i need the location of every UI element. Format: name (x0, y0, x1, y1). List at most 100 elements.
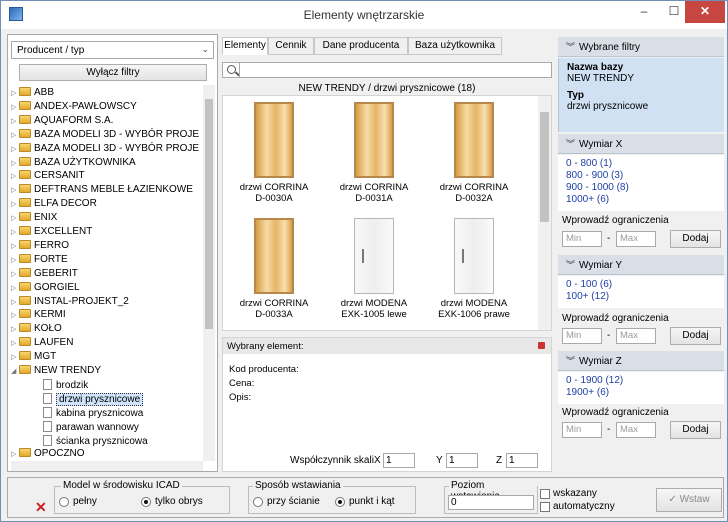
close-button[interactable]: ✕ (685, 1, 725, 23)
expand-arrow-icon[interactable]: ▷ (11, 171, 19, 183)
pin-icon[interactable] (538, 342, 545, 349)
tree-folder[interactable]: ▷ OPOCZNO (11, 448, 85, 460)
dim-x-range-link[interactable]: 0 - 800 (1) (566, 158, 716, 170)
dim-y-min-input[interactable]: Min (562, 328, 602, 344)
expand-arrow-icon[interactable]: ▷ (11, 199, 19, 211)
expand-arrow-icon[interactable]: ▷ (11, 213, 19, 225)
model-outline-radio[interactable] (141, 497, 151, 507)
tree-folder[interactable]: ▷ CERSANIT (11, 170, 85, 182)
dim-y-range-link[interactable]: 0 - 100 (6) (566, 279, 716, 291)
dim-z-min-input[interactable]: Min (562, 422, 602, 438)
tree-folder[interactable]: ▷ EXCELLENT (11, 226, 92, 238)
expand-arrow-icon[interactable]: ▷ (11, 102, 19, 114)
dim-y-max-input[interactable]: Max (616, 328, 656, 344)
product-tile[interactable]: drzwi MODENA EXK-1005 lewe (329, 214, 419, 330)
scale-x-input[interactable] (383, 453, 415, 468)
tree-folder[interactable]: ▷ FERRO (11, 239, 69, 253)
tree-scrollbar[interactable] (203, 85, 215, 461)
expand-arrow-icon[interactable]: ▷ (11, 158, 19, 170)
expand-arrow-icon[interactable]: ▷ (11, 310, 19, 322)
product-scrollbar[interactable] (538, 96, 551, 330)
expand-arrow-icon[interactable]: ▷ (11, 116, 19, 128)
expand-arrow-icon[interactable]: ▷ (11, 352, 19, 364)
dim-z-range-link[interactable]: 0 - 1900 (12) (566, 375, 716, 387)
tree-hscrollbar[interactable] (11, 461, 203, 471)
expand-arrow-icon[interactable]: ▷ (11, 241, 19, 253)
dim-x-range-link[interactable]: 1000+ (6) (566, 194, 716, 206)
tree-folder[interactable]: ▷ ANDEX-PAWŁOWSCY (11, 100, 137, 114)
dim-y-header[interactable]: ︾ Wymiar Y (558, 255, 724, 275)
tree-folder[interactable]: ▷ ELFA DECOR (11, 198, 97, 210)
tree-folder[interactable]: ▷ DEFTRANS MEBLE ŁAZIENKOWE (11, 184, 193, 196)
product-tile[interactable]: drzwi MODENA EXK-1006 prawe (429, 214, 519, 330)
group-by-select[interactable]: Producent / typ ⌄ (11, 41, 214, 59)
tree-leaf[interactable]: kabina prysznicowa (35, 406, 143, 419)
tree-folder[interactable]: ▷ KOŁO (11, 323, 62, 335)
dim-x-range-link[interactable]: 800 - 900 (3) (566, 170, 716, 182)
selected-filters-header[interactable]: ︾ Wybrane filtry (558, 37, 724, 57)
expand-arrow-icon[interactable]: ▷ (11, 269, 19, 281)
tree-folder[interactable]: ▷ ABB (11, 87, 54, 99)
tree-folder[interactable]: ▷ ENIX (11, 212, 57, 224)
tree-folder[interactable]: ▷ INSTAL-PROJEKT_2 (11, 295, 129, 309)
dim-x-min-input[interactable]: Min (562, 231, 602, 247)
tab-elementy[interactable]: Elementy (222, 37, 268, 55)
expand-arrow-icon[interactable]: ▷ (11, 88, 19, 100)
product-tile[interactable]: drzwi CORRINA D-0031A (329, 98, 419, 216)
dim-z-header[interactable]: ︾ Wymiar Z (558, 351, 724, 371)
dim-z-range-link[interactable]: 1900+ (6) (566, 387, 716, 399)
tree-folder[interactable]: ▷ BAZA MODELI 3D - WYBÓR PROJE (11, 128, 199, 142)
expand-arrow-icon[interactable]: ▷ (11, 185, 19, 197)
expand-arrow-icon[interactable]: ▷ (11, 283, 19, 295)
disable-filters-button[interactable]: Wyłącz filtry (19, 64, 207, 81)
expand-arrow-icon[interactable]: ◢ (11, 366, 19, 378)
dim-y-add-button[interactable]: Dodaj (670, 327, 721, 345)
tree-folder[interactable]: ▷ GORGIEL (11, 281, 80, 295)
tree-folder[interactable]: ▷ FORTE (11, 253, 68, 266)
tree-leaf[interactable]: parawan wannowy (35, 420, 139, 433)
expand-arrow-icon[interactable]: ▷ (11, 227, 19, 239)
dim-x-max-input[interactable]: Max (616, 231, 656, 247)
auto-indicated-checkbox[interactable] (540, 489, 550, 499)
product-tile[interactable]: drzwi CORRINA D-0030A (229, 98, 319, 216)
tree-folder[interactable]: ▷ LAUFEN (11, 337, 73, 349)
tree-folder[interactable]: ▷ AQUAFORM S.A. (11, 114, 113, 128)
tab-dane-producenta[interactable]: Dane producenta (314, 37, 408, 55)
insert-wall-radio[interactable] (253, 497, 263, 507)
tree-folder[interactable]: ▷ BAZA MODELI 3D - WYBÓR PROJE (11, 142, 199, 156)
expand-arrow-icon[interactable]: ▷ (11, 324, 19, 336)
product-scroll-thumb[interactable] (540, 112, 549, 222)
tree-leaf[interactable]: brodzik (35, 378, 88, 391)
product-tile[interactable]: drzwi CORRINA D-0033A (229, 214, 319, 330)
tab-cennik[interactable]: Cennik (268, 37, 314, 55)
tree-folder[interactable]: ▷ GEBERIT (11, 267, 78, 281)
scale-y-input[interactable] (446, 453, 478, 468)
dim-x-add-button[interactable]: Dodaj (670, 230, 721, 248)
tree-leaf[interactable]: drzwi prysznicowe (35, 392, 144, 406)
expand-arrow-icon[interactable]: ▷ (11, 130, 19, 142)
dim-z-max-input[interactable]: Max (616, 422, 656, 438)
insert-button[interactable]: ✓ Wstaw (656, 488, 722, 512)
expand-arrow-icon[interactable]: ▷ (11, 338, 19, 350)
dim-z-add-button[interactable]: Dodaj (670, 421, 721, 439)
expand-arrow-icon[interactable]: ▷ (11, 144, 19, 156)
close-icon[interactable]: ✕ (35, 500, 47, 514)
scale-z-input[interactable] (506, 453, 538, 468)
insert-point-radio[interactable] (335, 497, 345, 507)
tree-leaf[interactable]: ścianka prysznicowa (35, 434, 148, 447)
tab-baza-uzytkownika[interactable]: Baza użytkownika (408, 37, 502, 55)
insert-level-input[interactable] (448, 495, 534, 510)
tree-folder[interactable]: ▷ KERMI (11, 309, 66, 321)
expand-arrow-icon[interactable]: ▷ (11, 297, 19, 309)
auto-indicated-checkbox-2[interactable] (540, 502, 550, 512)
dim-x-range-link[interactable]: 900 - 1000 (8) (566, 182, 716, 194)
tree-folder[interactable]: ◢ NEW TRENDY (11, 365, 101, 377)
minimize-button[interactable]: – (629, 1, 659, 23)
model-full-radio[interactable] (59, 497, 69, 507)
search-input[interactable] (239, 63, 551, 77)
dim-x-header[interactable]: ︾ Wymiar X (558, 134, 724, 154)
tree-folder[interactable]: ▷ MGT (11, 351, 56, 363)
tree-scroll-thumb[interactable] (205, 99, 213, 329)
dim-y-range-link[interactable]: 100+ (12) (566, 291, 716, 303)
expand-arrow-icon[interactable]: ▷ (11, 449, 19, 461)
